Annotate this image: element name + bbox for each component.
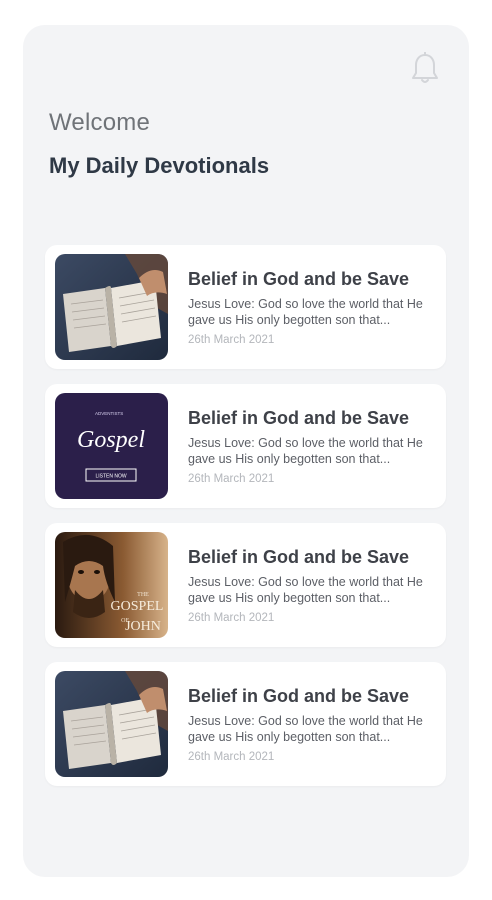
devotional-card[interactable]: THE GOSPEL OF JOHN Belief in God and be … [45, 523, 446, 647]
bible-reading-image [55, 671, 168, 777]
bell-icon[interactable] [410, 52, 440, 86]
john-thumb-the: THE [137, 592, 149, 598]
gospel-thumb-title: Gospel [77, 427, 145, 453]
john-thumb-gospel: GOSPEL [111, 599, 164, 614]
gospel-cover-image: ADVENTISTS Gospel LISTEN NOW [55, 393, 168, 499]
card-title: Belief in God and be Save [188, 269, 410, 289]
gospel-thumb-button: LISTEN NOW [95, 474, 126, 480]
card-description: Jesus Love: God so love the world that H… [188, 297, 423, 327]
card-title: Belief in God and be Save [188, 547, 410, 567]
john-thumb-john: JOHN [125, 619, 161, 634]
bible-reading-image [55, 254, 168, 360]
welcome-text: Welcome [49, 109, 150, 136]
gospel-thumb-top-text: ADVENTISTS [95, 411, 123, 416]
app-screen: Welcome My Daily Devotionals Belief in G… [23, 25, 469, 877]
gospel-of-john-image: THE GOSPEL OF JOHN [55, 532, 168, 638]
card-date: 26th March 2021 [188, 334, 275, 346]
page-title: My Daily Devotionals [49, 153, 270, 178]
card-title: Belief in God and be Save [188, 686, 410, 706]
devotional-list: Belief in God and be Save Jesus Love: Go… [45, 245, 446, 801]
devotional-card[interactable]: Belief in God and be Save Jesus Love: Go… [45, 662, 446, 786]
card-description: Jesus Love: God so love the world that H… [188, 575, 423, 605]
card-title: Belief in God and be Save [188, 408, 410, 428]
card-date: 26th March 2021 [188, 473, 275, 485]
card-date: 26th March 2021 [188, 751, 275, 763]
card-date: 26th March 2021 [188, 612, 275, 624]
card-description: Jesus Love: God so love the world that H… [188, 714, 423, 744]
devotional-card[interactable]: Belief in God and be Save Jesus Love: Go… [45, 245, 446, 369]
devotional-card[interactable]: ADVENTISTS Gospel LISTEN NOW Belief in G… [45, 384, 446, 508]
card-description: Jesus Love: God so love the world that H… [188, 436, 423, 466]
